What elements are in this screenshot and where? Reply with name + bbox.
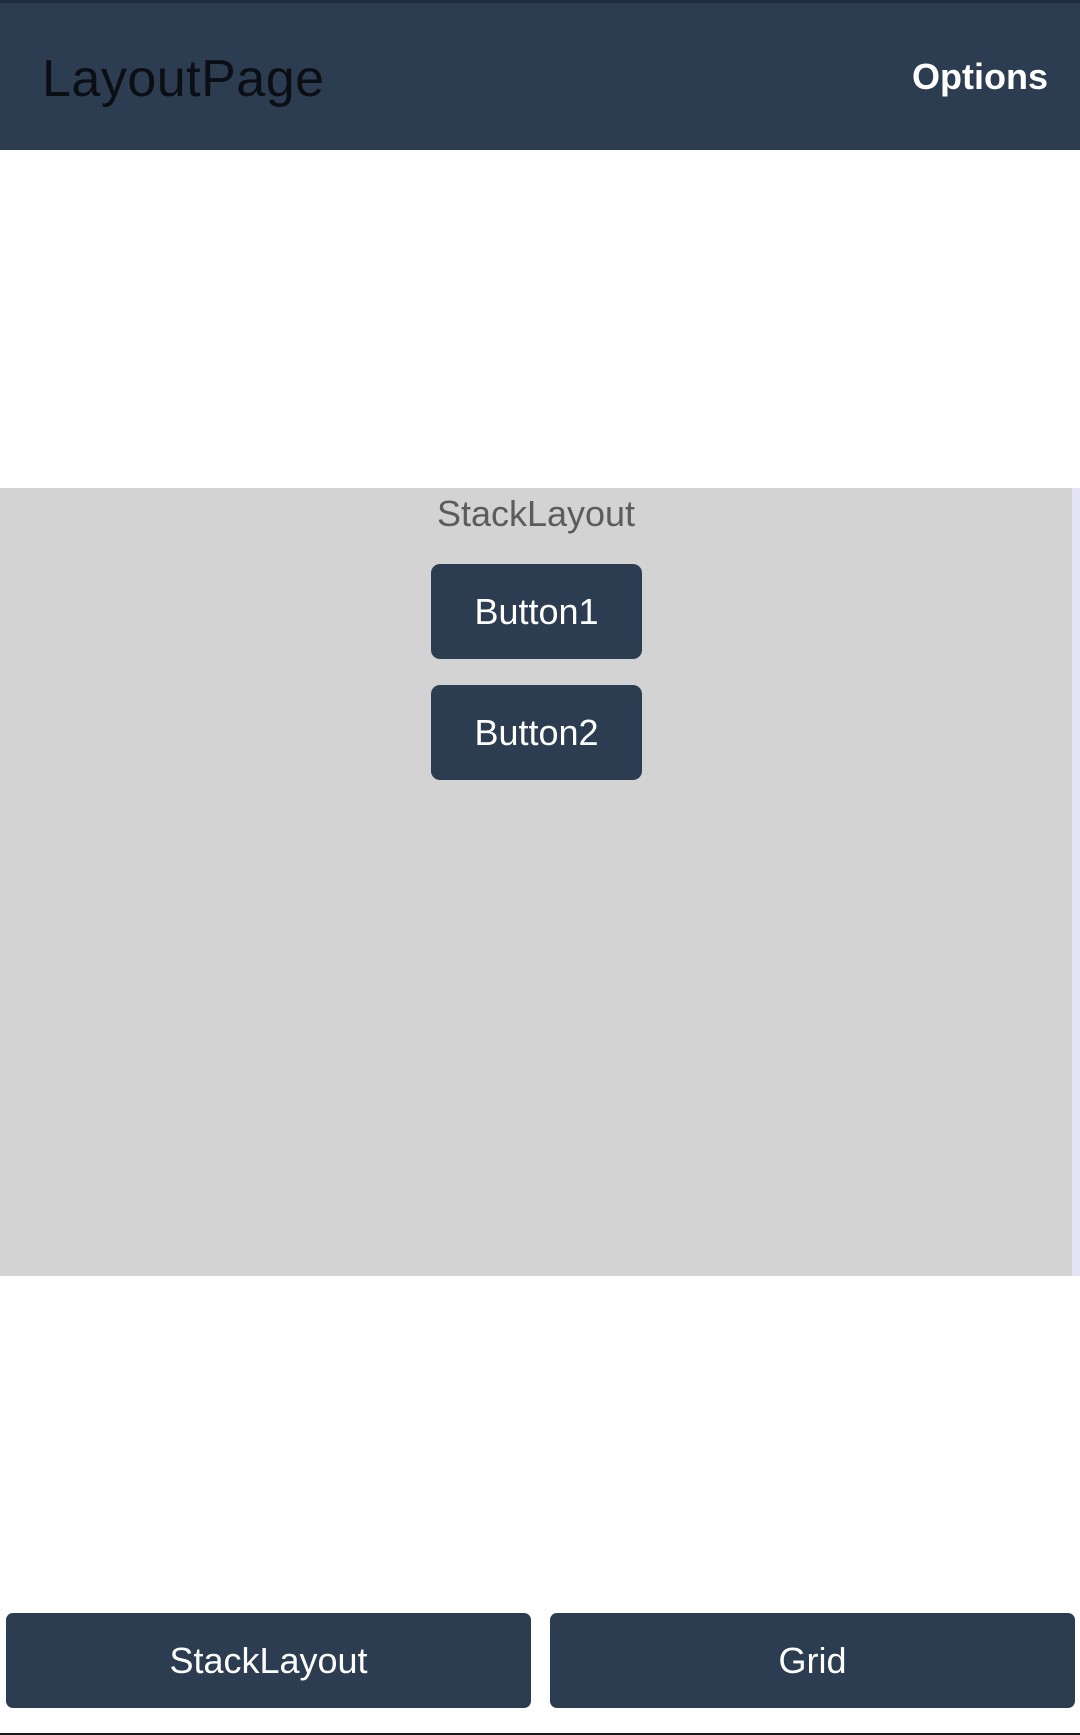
stack-layout-label: StackLayout bbox=[436, 493, 636, 534]
app-bar: LayoutPage Options bbox=[0, 3, 1080, 150]
grid-button[interactable]: Grid bbox=[550, 1613, 1075, 1708]
layout-page-screen: LayoutPage Options StackLayout Button1 B… bbox=[0, 0, 1080, 1735]
panel-edge-divider bbox=[1072, 488, 1080, 1276]
page-title: LayoutPage bbox=[42, 50, 325, 108]
button1[interactable]: Button1 bbox=[431, 564, 642, 659]
options-button[interactable]: Options bbox=[912, 55, 1048, 99]
stack-layout-button[interactable]: StackLayout bbox=[6, 1613, 531, 1708]
button2[interactable]: Button2 bbox=[431, 685, 642, 780]
